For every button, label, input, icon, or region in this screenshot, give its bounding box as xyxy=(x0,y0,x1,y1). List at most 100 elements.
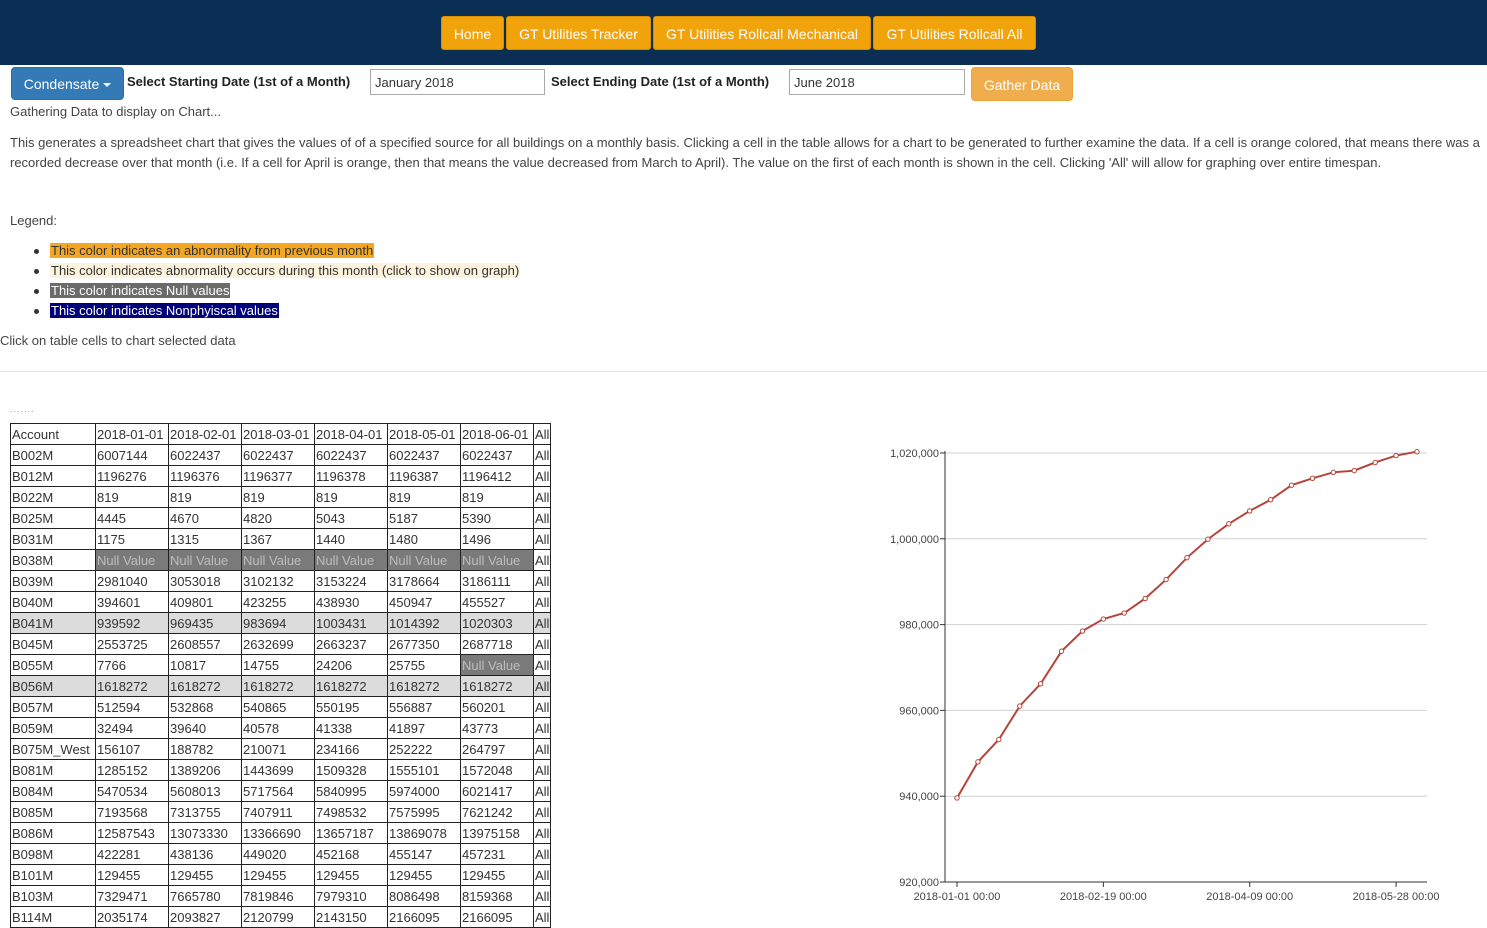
value-cell[interactable]: Null Value xyxy=(460,549,534,571)
value-cell[interactable]: 1440 xyxy=(314,528,388,550)
value-cell[interactable]: 5043 xyxy=(314,507,388,529)
value-cell[interactable]: Null Value xyxy=(95,549,169,571)
value-cell[interactable]: 5717564 xyxy=(241,780,315,802)
all-cell[interactable]: All xyxy=(532,486,552,508)
gather-data-button[interactable]: Gather Data xyxy=(971,67,1073,101)
value-cell[interactable]: 7819846 xyxy=(241,885,315,907)
value-cell[interactable]: 455147 xyxy=(387,843,461,865)
all-cell[interactable]: All xyxy=(532,507,552,529)
value-cell[interactable]: 13073330 xyxy=(168,822,242,844)
value-cell[interactable]: 1315 xyxy=(168,528,242,550)
value-cell[interactable]: 156107 xyxy=(95,738,169,760)
value-cell[interactable]: 1003431 xyxy=(314,612,388,634)
value-cell[interactable]: 983694 xyxy=(241,612,315,634)
value-cell[interactable]: 3153224 xyxy=(314,570,388,592)
value-cell[interactable]: 43773 xyxy=(460,717,534,739)
nav-rollcall-mechanical-button[interactable]: GT Utilities Rollcall Mechanical xyxy=(653,16,871,50)
value-cell[interactable]: 1618272 xyxy=(460,675,534,697)
value-cell[interactable]: 5390 xyxy=(460,507,534,529)
all-cell[interactable]: All xyxy=(532,654,552,676)
value-cell[interactable]: 10817 xyxy=(168,654,242,676)
value-cell[interactable]: 512594 xyxy=(95,696,169,718)
value-cell[interactable]: 450947 xyxy=(387,591,461,613)
all-cell[interactable]: All xyxy=(532,906,552,928)
value-cell[interactable]: 1618272 xyxy=(241,675,315,697)
value-cell[interactable]: 129455 xyxy=(387,864,461,886)
value-cell[interactable]: 12587543 xyxy=(95,822,169,844)
value-cell[interactable]: 2553725 xyxy=(95,633,169,655)
all-cell[interactable]: All xyxy=(532,696,552,718)
condense-dropdown-button[interactable]: Condensate xyxy=(11,67,124,100)
value-cell[interactable]: 423255 xyxy=(241,591,315,613)
value-cell[interactable]: 560201 xyxy=(460,696,534,718)
value-cell[interactable]: 2143150 xyxy=(314,906,388,928)
value-cell[interactable]: 1196378 xyxy=(314,465,388,487)
value-cell[interactable]: 188782 xyxy=(168,738,242,760)
all-cell[interactable]: All xyxy=(532,885,552,907)
value-cell[interactable]: Null Value xyxy=(241,549,315,571)
value-cell[interactable]: 2981040 xyxy=(95,570,169,592)
value-cell[interactable]: 1196376 xyxy=(168,465,242,487)
start-date-input[interactable] xyxy=(370,69,545,95)
value-cell[interactable]: 6022437 xyxy=(168,444,242,466)
value-cell[interactable]: 438136 xyxy=(168,843,242,865)
value-cell[interactable]: 7979310 xyxy=(314,885,388,907)
value-cell[interactable]: 129455 xyxy=(314,864,388,886)
value-cell[interactable]: 2632699 xyxy=(241,633,315,655)
value-cell[interactable]: 1618272 xyxy=(95,675,169,697)
value-cell[interactable]: 129455 xyxy=(168,864,242,886)
value-cell[interactable]: 1196387 xyxy=(387,465,461,487)
value-cell[interactable]: 6022437 xyxy=(387,444,461,466)
value-cell[interactable]: 24206 xyxy=(314,654,388,676)
value-cell[interactable]: 550195 xyxy=(314,696,388,718)
value-cell[interactable]: 6022437 xyxy=(314,444,388,466)
value-cell[interactable]: 129455 xyxy=(241,864,315,886)
nav-home-button[interactable]: Home xyxy=(441,16,504,50)
value-cell[interactable]: 39640 xyxy=(168,717,242,739)
all-cell[interactable]: All xyxy=(532,444,552,466)
value-cell[interactable]: 7498532 xyxy=(314,801,388,823)
value-cell[interactable]: 1367 xyxy=(241,528,315,550)
all-cell[interactable]: All xyxy=(532,633,552,655)
value-cell[interactable]: 819 xyxy=(241,486,315,508)
all-cell[interactable]: All xyxy=(532,738,552,760)
value-cell[interactable]: 1618272 xyxy=(387,675,461,697)
value-cell[interactable]: 556887 xyxy=(387,696,461,718)
value-cell[interactable]: 13869078 xyxy=(387,822,461,844)
value-cell[interactable]: 6022437 xyxy=(241,444,315,466)
value-cell[interactable]: 969435 xyxy=(168,612,242,634)
value-cell[interactable]: 939592 xyxy=(95,612,169,634)
value-cell[interactable]: 2035174 xyxy=(95,906,169,928)
value-cell[interactable]: 7621242 xyxy=(460,801,534,823)
value-cell[interactable]: Null Value xyxy=(314,549,388,571)
value-cell[interactable]: 819 xyxy=(460,486,534,508)
value-cell[interactable]: 1014392 xyxy=(387,612,461,634)
value-cell[interactable]: 394601 xyxy=(95,591,169,613)
value-cell[interactable]: 532868 xyxy=(168,696,242,718)
end-date-input[interactable] xyxy=(789,69,965,95)
value-cell[interactable]: 449020 xyxy=(241,843,315,865)
value-cell[interactable]: 3178664 xyxy=(387,570,461,592)
value-cell[interactable]: 6022437 xyxy=(460,444,534,466)
value-cell[interactable]: 1020303 xyxy=(460,612,534,634)
value-cell[interactable]: 13366690 xyxy=(241,822,315,844)
nav-utilities-tracker-button[interactable]: GT Utilities Tracker xyxy=(506,16,651,50)
value-cell[interactable]: 455527 xyxy=(460,591,534,613)
nav-rollcall-all-button[interactable]: GT Utilities Rollcall All xyxy=(873,16,1036,50)
value-cell[interactable]: 7766 xyxy=(95,654,169,676)
value-cell[interactable]: 13657187 xyxy=(314,822,388,844)
value-cell[interactable]: 2166095 xyxy=(460,906,534,928)
value-cell[interactable]: 1443699 xyxy=(241,759,315,781)
value-cell[interactable]: 13975158 xyxy=(460,822,534,844)
value-cell[interactable]: 8159368 xyxy=(460,885,534,907)
value-cell[interactable]: 1618272 xyxy=(314,675,388,697)
value-cell[interactable]: 2663237 xyxy=(314,633,388,655)
value-cell[interactable]: 41338 xyxy=(314,717,388,739)
value-cell[interactable]: 8086498 xyxy=(387,885,461,907)
value-cell[interactable]: 4445 xyxy=(95,507,169,529)
value-cell[interactable]: 409801 xyxy=(168,591,242,613)
value-cell[interactable]: 1196412 xyxy=(460,465,534,487)
value-cell[interactable]: 129455 xyxy=(460,864,534,886)
value-cell[interactable]: 234166 xyxy=(314,738,388,760)
value-cell[interactable]: 819 xyxy=(95,486,169,508)
